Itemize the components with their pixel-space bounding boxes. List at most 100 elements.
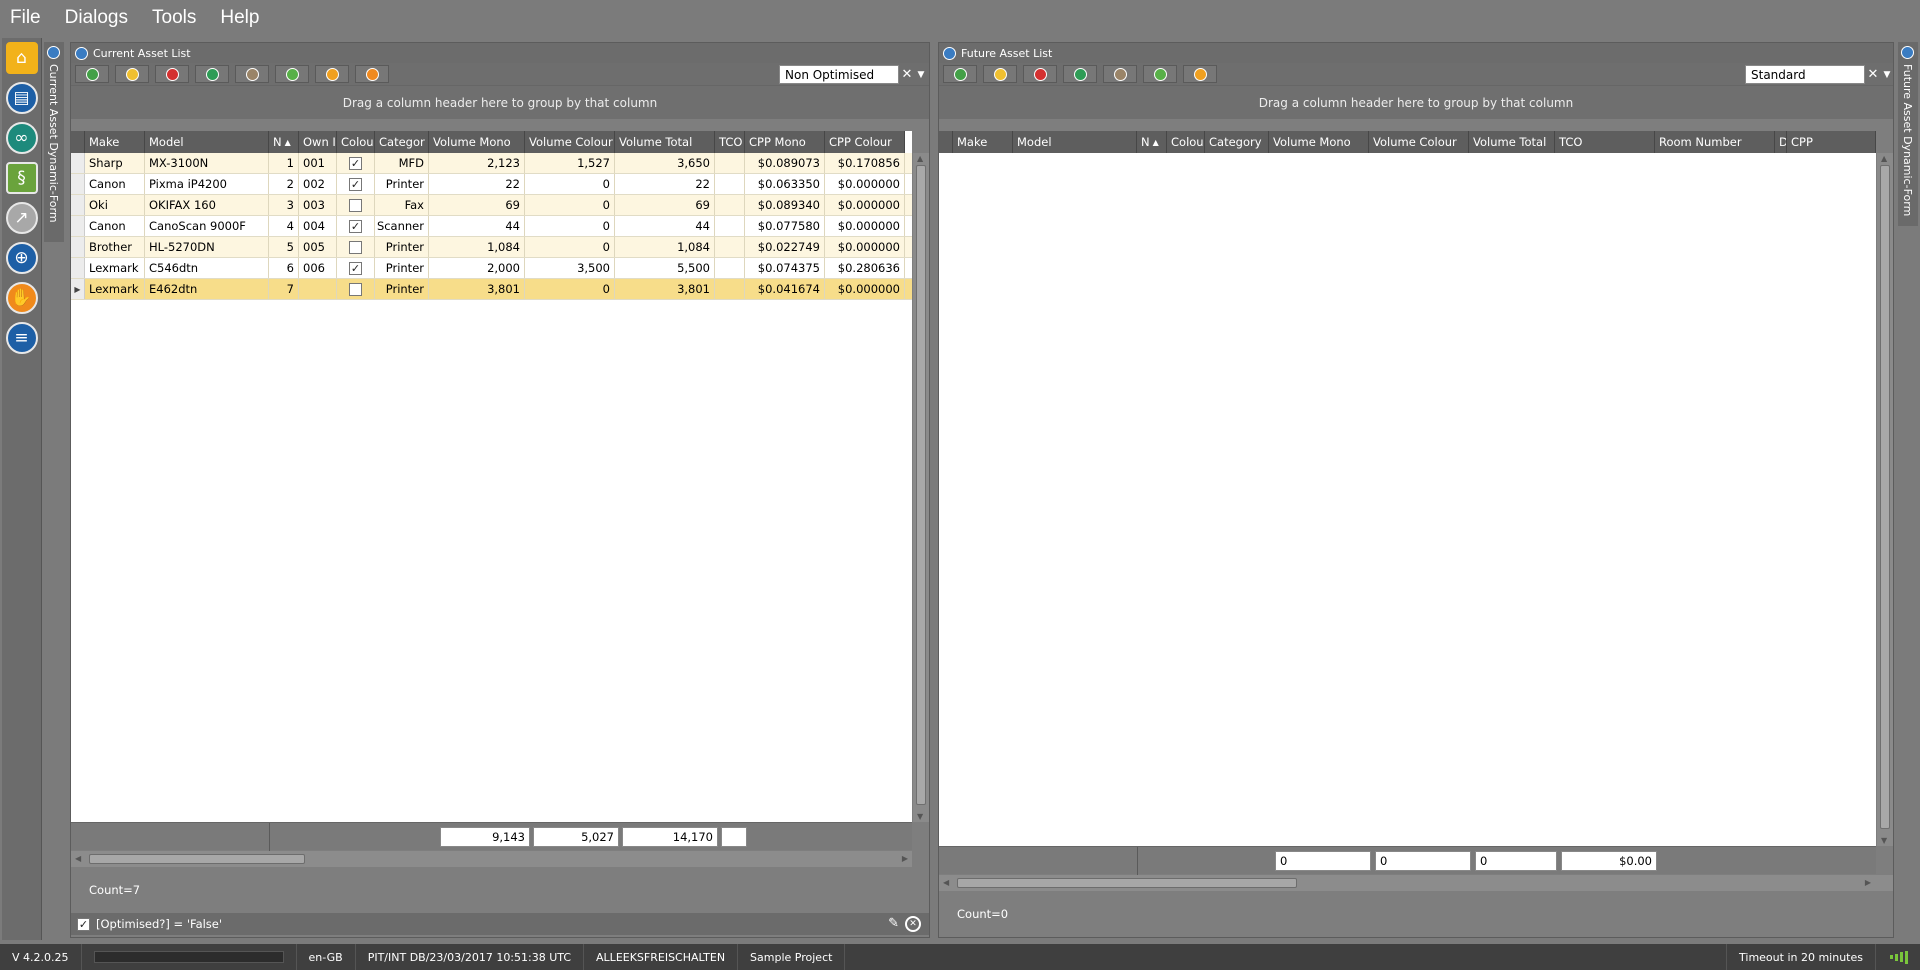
star-button[interactable]: [1103, 65, 1137, 83]
chevron-down-icon[interactable]: ▼: [1881, 65, 1893, 84]
col-category[interactable]: Category: [1205, 131, 1269, 153]
refresh-button[interactable]: [115, 65, 149, 83]
col-tco[interactable]: TCO: [715, 131, 745, 153]
col-n[interactable]: N ▲: [1137, 131, 1167, 153]
star-button[interactable]: [235, 65, 269, 83]
colour-checkbox[interactable]: [349, 240, 362, 254]
filter-combo[interactable]: Standard: [1745, 65, 1865, 84]
col-volume-total[interactable]: Volume Total: [1469, 131, 1555, 153]
col-make[interactable]: Make: [85, 131, 145, 153]
colour-checkbox[interactable]: [349, 282, 362, 296]
row-indicator[interactable]: ▶: [71, 279, 85, 299]
sync2-button[interactable]: [355, 65, 389, 83]
horizontal-scroll-thumb[interactable]: [89, 854, 305, 864]
col-d[interactable]: D: [1775, 131, 1787, 153]
current-asset-form-tab[interactable]: Current Asset Dynamic-Form: [44, 42, 64, 242]
table-row[interactable]: Oki OKIFAX 160 3 003 Fax 69 0 69 $0.089340 $0.000…: [71, 195, 912, 216]
table-row[interactable]: Lexmark C546dtn 6 006 ✓ Printer 2,000 3,500 5,50…: [71, 258, 912, 279]
pin-icon[interactable]: [1901, 46, 1914, 59]
chevron-down-icon[interactable]: ▼: [915, 65, 927, 84]
filter-combo[interactable]: Non Optimised: [779, 65, 899, 84]
pin-icon[interactable]: [47, 46, 60, 59]
col-own-id[interactable]: Own Il: [299, 131, 337, 153]
scroll-left-icon[interactable]: ◀: [943, 878, 949, 887]
menu-dialogs[interactable]: Dialogs: [61, 5, 132, 31]
grid-horizontal-scrollbar[interactable]: ◀ ▶: [71, 851, 912, 867]
link-button[interactable]: [1063, 65, 1097, 83]
check-button[interactable]: [1143, 65, 1177, 83]
col-volume-mono[interactable]: Volume Mono: [429, 131, 525, 153]
filter-expression[interactable]: [Optimised?] = 'False': [96, 917, 222, 931]
col-tco[interactable]: TCO: [1555, 131, 1655, 153]
row-indicator[interactable]: [71, 258, 85, 278]
binoculars-icon[interactable]: ∞: [5, 122, 38, 154]
link-button[interactable]: [195, 65, 229, 83]
colour-checkbox[interactable]: ✓: [349, 156, 362, 170]
check-button[interactable]: [275, 65, 309, 83]
clear-filter-icon[interactable]: ✕: [900, 65, 914, 84]
target-icon[interactable]: ⊕: [5, 242, 38, 274]
col-volume-mono[interactable]: Volume Mono: [1269, 131, 1369, 153]
add-button[interactable]: [943, 65, 977, 83]
sync-button[interactable]: [315, 65, 349, 83]
scroll-left-icon[interactable]: ◀: [75, 854, 81, 863]
col-cpp-colour[interactable]: CPP Colour: [825, 131, 905, 153]
refresh-button[interactable]: [983, 65, 1017, 83]
col-volume-colour[interactable]: Volume Colour: [1369, 131, 1469, 153]
vertical-scroll-thumb[interactable]: [1880, 165, 1890, 829]
menu-file[interactable]: File: [6, 5, 45, 31]
future-asset-form-tab[interactable]: Future Asset Dynamic-Form: [1898, 42, 1918, 226]
menu-help[interactable]: Help: [216, 5, 263, 31]
scroll-down-icon[interactable]: ▼: [917, 812, 923, 821]
chart-icon[interactable]: ↗: [5, 202, 38, 234]
table-row[interactable]: ▶ Lexmark E462dtn 7 Printer 3,801 0 3,801 $0.041…: [71, 279, 912, 300]
col-cpp[interactable]: CPP: [1787, 131, 1876, 153]
scroll-up-icon[interactable]: ▲: [917, 154, 923, 163]
col-n[interactable]: N ▲: [269, 131, 299, 153]
home-icon[interactable]: ⌂: [5, 42, 38, 74]
col-category[interactable]: Categor: [375, 131, 429, 153]
table-row[interactable]: Sharp MX-3100N 1 001 ✓ MFD 2,123 1,527 3,650 $0.0…: [71, 153, 912, 174]
scroll-down-icon[interactable]: ▼: [1881, 836, 1887, 845]
panel-pin-icon[interactable]: [943, 46, 956, 60]
colour-checkbox[interactable]: ✓: [349, 177, 362, 191]
col-model[interactable]: Model: [145, 131, 269, 153]
document-icon[interactable]: ≡: [5, 322, 38, 354]
row-indicator[interactable]: [71, 195, 85, 215]
sync-button[interactable]: [1183, 65, 1217, 83]
scroll-icon[interactable]: §: [5, 162, 38, 194]
colour-checkbox[interactable]: [349, 198, 362, 212]
grid-vertical-scrollbar[interactable]: ▲ ▼: [913, 153, 929, 822]
row-indicator[interactable]: [71, 237, 85, 257]
panel-pin-icon[interactable]: [75, 46, 88, 60]
clear-filter-icon[interactable]: ✕: [1866, 65, 1880, 84]
col-volume-total[interactable]: Volume Total: [615, 131, 715, 153]
table-row[interactable]: Canon CanoScan 9000F 4 004 ✓ Scanner 44 0 44 $0.0…: [71, 216, 912, 237]
table-row[interactable]: Canon Pixma iP4200 2 002 ✓ Printer 22 0 22 $0.063…: [71, 174, 912, 195]
scroll-right-icon[interactable]: ▶: [902, 854, 908, 863]
handshake-icon[interactable]: ✋: [5, 282, 38, 314]
col-model[interactable]: Model: [1013, 131, 1137, 153]
grid-horizontal-scrollbar[interactable]: ◀ ▶: [939, 875, 1893, 891]
grid-vertical-scrollbar[interactable]: ▲ ▼: [1877, 153, 1893, 846]
delete-button[interactable]: [155, 65, 189, 83]
col-volume-colour[interactable]: Volume Colour: [525, 131, 615, 153]
col-cpp-mono[interactable]: CPP Mono: [745, 131, 825, 153]
col-colour[interactable]: Colou: [337, 131, 375, 153]
clear-filter-button-icon[interactable]: ✕: [905, 916, 921, 932]
edit-filter-icon[interactable]: ✎: [888, 916, 899, 931]
table-row[interactable]: Brother HL-5270DN 5 005 Printer 1,084 0 1,084 $0…: [71, 237, 912, 258]
col-make[interactable]: Make: [953, 131, 1013, 153]
row-indicator[interactable]: [71, 216, 85, 236]
delete-button[interactable]: [1023, 65, 1057, 83]
scroll-right-icon[interactable]: ▶: [1865, 878, 1871, 887]
colour-checkbox[interactable]: ✓: [349, 219, 362, 233]
filter-enabled-checkbox[interactable]: ✓: [77, 917, 90, 931]
folder-icon[interactable]: ▤: [5, 82, 38, 114]
vertical-scroll-thumb[interactable]: [916, 165, 926, 805]
scroll-up-icon[interactable]: ▲: [1881, 154, 1887, 163]
menu-tools[interactable]: Tools: [148, 5, 200, 31]
col-colour[interactable]: Colou: [1167, 131, 1205, 153]
add-button[interactable]: [75, 65, 109, 83]
col-room-number[interactable]: Room Number: [1655, 131, 1775, 153]
